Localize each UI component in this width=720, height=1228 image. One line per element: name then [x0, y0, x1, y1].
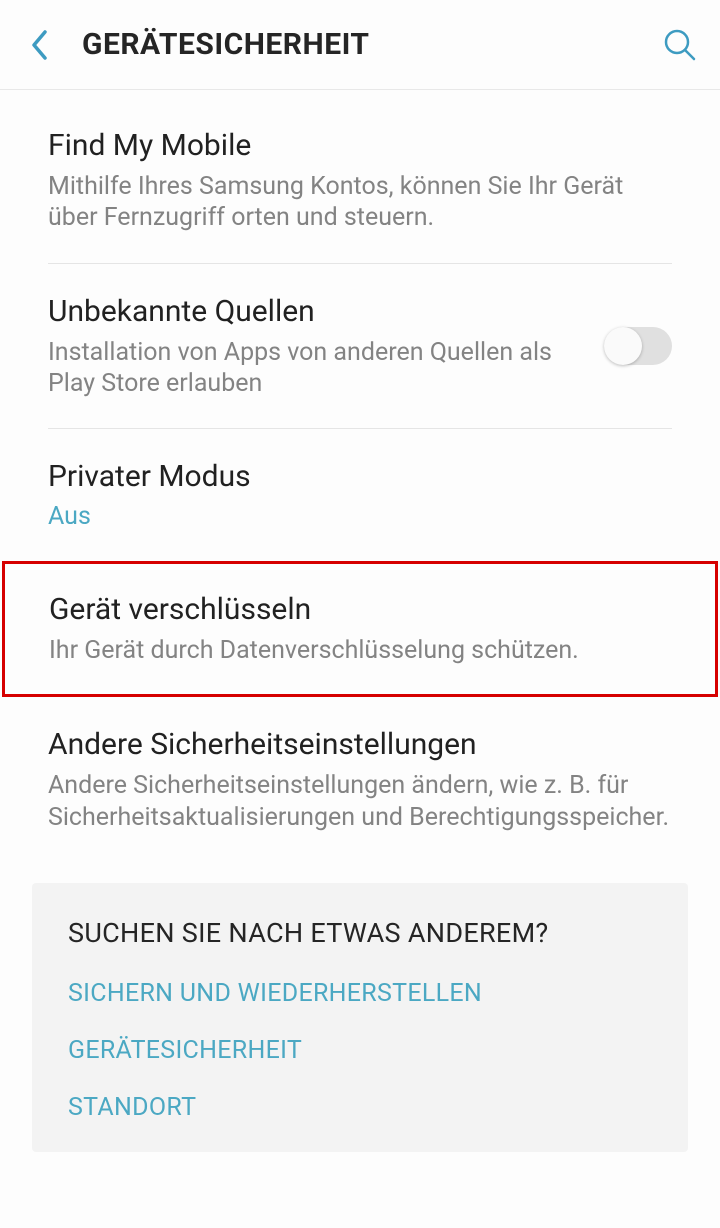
setting-title: Find My Mobile: [48, 128, 672, 163]
related-link-security[interactable]: GERÄTESICHERHEIT: [68, 1036, 652, 1065]
back-button[interactable]: [20, 25, 60, 65]
setting-title: Andere Sicherheitseinstellungen: [48, 727, 672, 762]
chevron-left-icon: [30, 29, 50, 61]
setting-desc: Installation von Apps von anderen Quelle…: [48, 337, 584, 400]
page-title: GERÄTESICHERHEIT: [82, 27, 660, 62]
find-my-mobile-item[interactable]: Find My Mobile Mithilfe Ihres Samsung Ko…: [0, 90, 720, 264]
search-button[interactable]: [660, 25, 700, 65]
related-link-backup[interactable]: SICHERN UND WIEDERHERSTELLEN: [68, 979, 652, 1008]
other-security-item[interactable]: Andere Sicherheitseinstellungen Andere S…: [0, 697, 720, 863]
settings-list: Find My Mobile Mithilfe Ihres Samsung Ko…: [0, 90, 720, 1152]
unknown-sources-item[interactable]: Unbekannte Quellen Installation von Apps…: [0, 264, 720, 430]
encrypt-device-item[interactable]: Gerät verschlüsseln Ihr Gerät durch Date…: [2, 561, 718, 697]
search-icon: [662, 27, 698, 63]
setting-desc: Mithilfe Ihres Samsung Kontos, können Si…: [48, 171, 672, 234]
setting-desc: Ihr Gerät durch Datenverschlüsselung sch…: [49, 635, 671, 666]
related-title: SUCHEN SIE NACH ETWAS ANDEREM?: [68, 917, 652, 949]
setting-title: Unbekannte Quellen: [48, 294, 584, 329]
app-header: GERÄTESICHERHEIT: [0, 0, 720, 90]
private-mode-item[interactable]: Privater Modus Aus: [0, 429, 720, 561]
setting-title: Privater Modus: [48, 459, 672, 494]
setting-status: Aus: [48, 502, 672, 531]
related-link-location[interactable]: STANDORT: [68, 1093, 652, 1122]
related-searches-card: SUCHEN SIE NACH ETWAS ANDEREM? SICHERN U…: [32, 883, 688, 1152]
toggle-knob: [604, 327, 642, 365]
setting-desc: Andere Sicherheitseinstellungen ändern, …: [48, 770, 672, 833]
unknown-sources-toggle[interactable]: [604, 327, 672, 365]
setting-title: Gerät verschlüsseln: [49, 592, 671, 627]
